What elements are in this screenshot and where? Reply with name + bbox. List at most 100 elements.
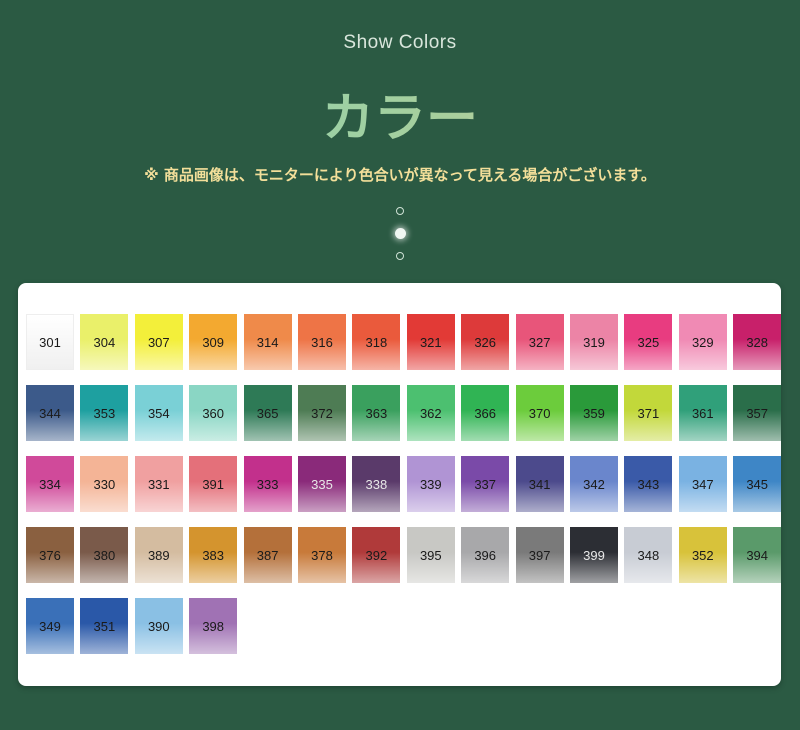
swatch-code: 380 bbox=[93, 547, 116, 563]
swatch-code: 309 bbox=[202, 334, 225, 350]
color-swatch-365: 365 bbox=[243, 385, 292, 441]
swatch-code: 362 bbox=[419, 405, 442, 421]
swatch-code: 304 bbox=[93, 334, 116, 350]
color-swatch-329: 329 bbox=[678, 314, 727, 370]
swatch-code: 318 bbox=[365, 334, 388, 350]
swatch-code: 349 bbox=[39, 618, 61, 634]
pager-dot[interactable] bbox=[396, 207, 404, 215]
color-swatch-361: 361 bbox=[678, 385, 727, 441]
swatch-code: 390 bbox=[147, 618, 170, 634]
color-swatch-333: 333 bbox=[243, 456, 292, 512]
color-swatch-342: 342 bbox=[570, 456, 618, 512]
swatch-code: 321 bbox=[419, 334, 442, 350]
color-swatch-321: 321 bbox=[406, 314, 455, 370]
color-swatch-337: 337 bbox=[461, 456, 510, 512]
color-swatch-352: 352 bbox=[678, 527, 727, 583]
swatch-code: 361 bbox=[691, 405, 714, 421]
swatch-code: 383 bbox=[202, 547, 225, 563]
color-swatch-363: 363 bbox=[352, 385, 401, 441]
color-swatch-347: 347 bbox=[678, 456, 727, 512]
color-swatch-327: 327 bbox=[515, 314, 564, 370]
color-swatch-380: 380 bbox=[80, 527, 129, 583]
color-swatch-372: 372 bbox=[298, 385, 346, 441]
swatch-code: 307 bbox=[147, 334, 170, 350]
notice-text: ※ 商品画像は、モニターにより色合いが異なって見える場合がございます。 bbox=[144, 166, 656, 184]
page-title: カラー bbox=[0, 76, 800, 151]
color-swatch-307: 307 bbox=[134, 314, 183, 370]
color-swatch-376: 376 bbox=[26, 527, 74, 583]
swatch-code: 319 bbox=[583, 334, 605, 350]
swatch-code: 378 bbox=[311, 547, 333, 563]
swatch-code: 341 bbox=[528, 476, 551, 492]
color-swatch-392: 392 bbox=[352, 527, 401, 583]
swatch-code: 337 bbox=[474, 476, 497, 492]
color-swatch-357: 357 bbox=[733, 385, 782, 441]
swatch-code: 359 bbox=[583, 405, 605, 421]
color-swatch-344: 344 bbox=[26, 385, 74, 441]
swatch-code: 338 bbox=[365, 476, 388, 492]
swatch-code: 328 bbox=[746, 334, 769, 350]
swatch-code: 345 bbox=[746, 476, 769, 492]
color-swatch-359: 359 bbox=[570, 385, 618, 441]
swatch-code: 333 bbox=[256, 476, 279, 492]
swatch-code: 389 bbox=[147, 547, 170, 563]
swatch-code: 399 bbox=[583, 547, 605, 563]
swatch-code: 326 bbox=[474, 334, 497, 350]
color-swatch-304: 304 bbox=[80, 314, 129, 370]
color-swatch-334: 334 bbox=[26, 456, 74, 512]
color-swatch-394: 394 bbox=[733, 527, 782, 583]
color-swatch-383: 383 bbox=[189, 527, 238, 583]
swatch-code: 344 bbox=[39, 405, 61, 421]
color-swatch-360: 360 bbox=[189, 385, 238, 441]
pager-dots bbox=[393, 207, 407, 273]
swatch-code: 360 bbox=[202, 405, 225, 421]
color-swatch-351: 351 bbox=[80, 598, 129, 654]
color-swatch-309: 309 bbox=[189, 314, 238, 370]
color-swatch-331: 331 bbox=[134, 456, 183, 512]
swatch-code: 371 bbox=[637, 405, 660, 421]
swatch-code: 327 bbox=[528, 334, 551, 350]
swatch-code: 325 bbox=[637, 334, 660, 350]
swatch-code: 372 bbox=[311, 405, 333, 421]
color-swatch-391: 391 bbox=[189, 456, 238, 512]
color-swatch-396: 396 bbox=[461, 527, 510, 583]
swatch-code: 366 bbox=[474, 405, 497, 421]
subtitle: Show Colors bbox=[343, 32, 457, 53]
color-swatch-328: 328 bbox=[733, 314, 782, 370]
swatch-code: 348 bbox=[637, 547, 660, 563]
pager-dot[interactable] bbox=[396, 252, 404, 260]
color-swatch-390: 390 bbox=[134, 598, 183, 654]
color-swatch-389: 389 bbox=[134, 527, 183, 583]
color-swatch-339: 339 bbox=[406, 456, 455, 512]
color-swatch-335: 335 bbox=[298, 456, 346, 512]
color-swatch-353: 353 bbox=[80, 385, 129, 441]
swatch-code: 370 bbox=[528, 405, 551, 421]
color-swatch-318: 318 bbox=[352, 314, 401, 370]
color-swatch-314: 314 bbox=[243, 314, 292, 370]
color-swatch-338: 338 bbox=[352, 456, 401, 512]
color-swatch-301: 301 bbox=[26, 314, 74, 370]
swatch-code: 339 bbox=[419, 476, 442, 492]
color-swatch-366: 366 bbox=[461, 385, 510, 441]
swatch-code: 354 bbox=[147, 405, 170, 421]
swatch-code: 314 bbox=[256, 334, 279, 350]
color-swatch-345: 345 bbox=[733, 456, 782, 512]
swatch-code: 391 bbox=[202, 476, 225, 492]
swatch-code: 396 bbox=[474, 547, 497, 563]
pager-dot-active[interactable] bbox=[394, 228, 406, 239]
swatch-code: 351 bbox=[93, 618, 116, 634]
swatch-code: 316 bbox=[311, 334, 333, 350]
swatch-code: 397 bbox=[528, 547, 551, 563]
swatch-code: 301 bbox=[39, 334, 61, 350]
color-swatch-341: 341 bbox=[515, 456, 564, 512]
color-swatch-378: 378 bbox=[298, 527, 346, 583]
color-swatch-349: 349 bbox=[26, 598, 74, 654]
swatch-code: 347 bbox=[691, 476, 714, 492]
color-swatch-348: 348 bbox=[624, 527, 673, 583]
color-swatch-371: 371 bbox=[624, 385, 673, 441]
color-swatch-397: 397 bbox=[515, 527, 564, 583]
swatch-code: 343 bbox=[637, 476, 660, 492]
swatch-code: 398 bbox=[202, 618, 225, 634]
swatch-code: 329 bbox=[691, 334, 714, 350]
color-swatch-398: 398 bbox=[189, 598, 238, 654]
